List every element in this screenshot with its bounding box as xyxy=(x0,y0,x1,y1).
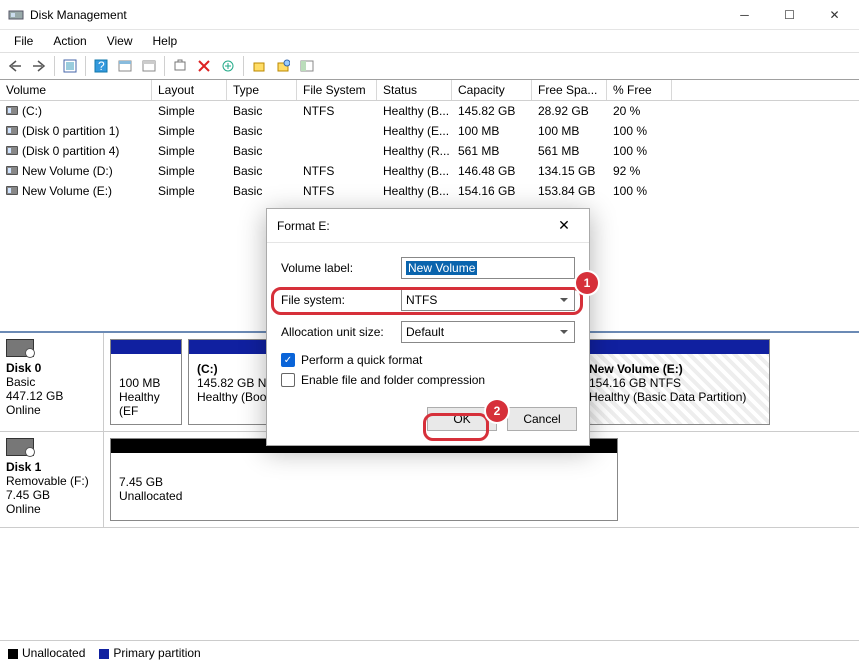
legend-primary: Primary partition xyxy=(113,646,200,660)
col-free[interactable]: Free Spa... xyxy=(532,80,607,100)
compression-checkbox[interactable] xyxy=(281,373,295,387)
toolbar-btn-6[interactable] xyxy=(248,55,270,77)
annotation-box-2 xyxy=(423,413,489,441)
disk-info[interactable]: Disk 0Basic447.12 GBOnline xyxy=(0,333,104,431)
toolbar-btn-1[interactable] xyxy=(59,55,81,77)
app-icon xyxy=(8,7,24,23)
col-pct[interactable]: % Free xyxy=(607,80,672,100)
menu-action[interactable]: Action xyxy=(45,32,94,50)
allocation-unit-select[interactable]: Default xyxy=(401,321,575,343)
volume-list[interactable]: (C:)SimpleBasicNTFSHealthy (B...145.82 G… xyxy=(0,101,859,201)
partition[interactable]: New Volume (E:)154.16 GB NTFSHealthy (Ba… xyxy=(580,339,770,425)
col-capacity[interactable]: Capacity xyxy=(452,80,532,100)
toolbar-btn-3[interactable] xyxy=(138,55,160,77)
toolbar: ? xyxy=(0,52,859,80)
help-icon[interactable]: ? xyxy=(90,55,112,77)
svg-text:?: ? xyxy=(98,59,105,73)
col-volume[interactable]: Volume xyxy=(0,80,152,100)
compression-label: Enable file and folder compression xyxy=(301,373,485,387)
callout-1: 1 xyxy=(576,272,598,294)
callout-2: 2 xyxy=(486,400,508,422)
menubar: File Action View Help xyxy=(0,30,859,52)
minimize-button[interactable]: ─ xyxy=(722,0,767,29)
toolbar-btn-5[interactable] xyxy=(217,55,239,77)
disk-info[interactable]: Disk 1Removable (F:)7.45 GBOnline xyxy=(0,432,104,527)
volume-row[interactable]: (Disk 0 partition 4)SimpleBasicHealthy (… xyxy=(0,141,859,161)
partition[interactable]: 7.45 GBUnallocated xyxy=(110,438,618,521)
volume-row[interactable]: New Volume (D:)SimpleBasicNTFSHealthy (B… xyxy=(0,161,859,181)
forward-button[interactable] xyxy=(28,55,50,77)
window-title: Disk Management xyxy=(30,8,722,22)
volume-row[interactable]: New Volume (E:)SimpleBasicNTFSHealthy (B… xyxy=(0,181,859,201)
disk-row: Disk 1Removable (F:)7.45 GBOnline7.45 GB… xyxy=(0,432,859,528)
menu-view[interactable]: View xyxy=(99,32,141,50)
allocation-unit-label: Allocation unit size: xyxy=(281,325,401,339)
toolbar-btn-7[interactable] xyxy=(272,55,294,77)
annotation-box-1 xyxy=(271,287,583,315)
delete-icon[interactable] xyxy=(193,55,215,77)
legend-unallocated: Unallocated xyxy=(22,646,85,660)
partition[interactable]: 100 MBHealthy (EF xyxy=(110,339,182,425)
back-button[interactable] xyxy=(4,55,26,77)
disk-icon xyxy=(6,339,34,357)
toolbar-btn-2[interactable] xyxy=(114,55,136,77)
titlebar: Disk Management ─ ☐ ✕ xyxy=(0,0,859,30)
volume-list-header: Volume Layout Type File System Status Ca… xyxy=(0,80,859,101)
format-dialog: Format E: ✕ Volume label: New Volume Fil… xyxy=(266,208,590,446)
disk-icon xyxy=(6,438,34,456)
toolbar-btn-4[interactable] xyxy=(169,55,191,77)
col-status[interactable]: Status xyxy=(377,80,452,100)
menu-file[interactable]: File xyxy=(6,32,41,50)
maximize-button[interactable]: ☐ xyxy=(767,0,812,29)
toolbar-btn-8[interactable] xyxy=(296,55,318,77)
legend: Unallocated Primary partition xyxy=(0,640,859,665)
quick-format-checkbox[interactable]: ✓ xyxy=(281,353,295,367)
close-button[interactable]: ✕ xyxy=(812,0,857,29)
cancel-button[interactable]: Cancel xyxy=(507,407,577,431)
dialog-title: Format E: xyxy=(277,219,549,233)
volume-label-input[interactable]: New Volume xyxy=(401,257,575,279)
menu-help[interactable]: Help xyxy=(145,32,186,50)
volume-row[interactable]: (Disk 0 partition 1)SimpleBasicHealthy (… xyxy=(0,121,859,141)
volume-label-label: Volume label: xyxy=(281,261,401,275)
col-fs[interactable]: File System xyxy=(297,80,377,100)
col-type[interactable]: Type xyxy=(227,80,297,100)
volume-row[interactable]: (C:)SimpleBasicNTFSHealthy (B...145.82 G… xyxy=(0,101,859,121)
col-layout[interactable]: Layout xyxy=(152,80,227,100)
dialog-close-button[interactable]: ✕ xyxy=(549,217,579,234)
quick-format-label: Perform a quick format xyxy=(301,353,422,367)
